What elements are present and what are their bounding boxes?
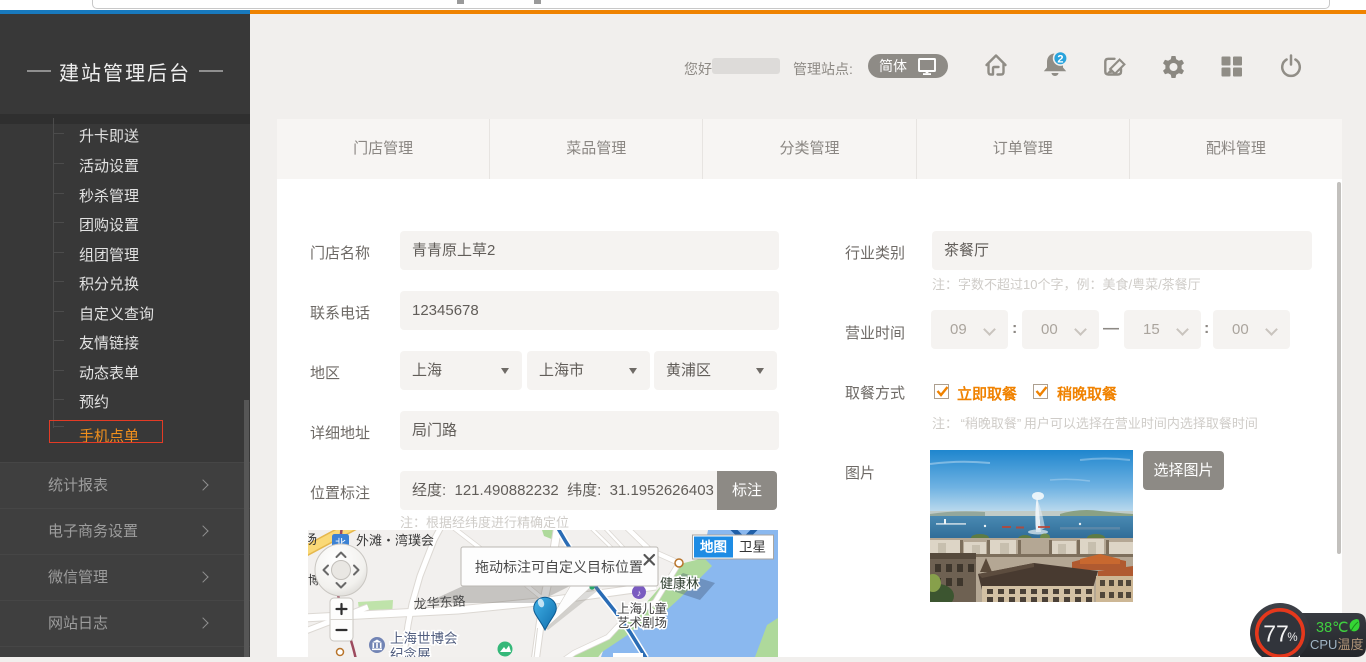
svg-text:拖动标注可自定义目标位置: 拖动标注可自定义目标位置 [475,559,643,575]
svg-text:场: 场 [308,532,317,547]
svg-text:上海世博会: 上海世博会 [390,630,458,646]
svg-text:艺术剧场: 艺术剧场 [617,616,667,630]
svg-text:CPU温度: CPU温度 [1310,637,1363,652]
svg-text:上海儿童: 上海儿童 [617,601,667,616]
svg-text:38℃: 38℃ [1316,620,1348,636]
svg-text:纪念展: 纪念展 [390,646,431,657]
svg-text:77: 77 [1263,621,1289,647]
svg-text:地图: 地图 [700,539,727,555]
svg-text:健康林: 健康林 [660,576,699,591]
svg-text:♪: ♪ [637,588,642,598]
svg-text:2: 2 [1057,53,1063,65]
svg-text:外滩・湾璞会: 外滩・湾璞会 [356,533,434,548]
svg-text:卫星: 卫星 [739,540,766,555]
svg-text:%: % [1287,632,1297,644]
